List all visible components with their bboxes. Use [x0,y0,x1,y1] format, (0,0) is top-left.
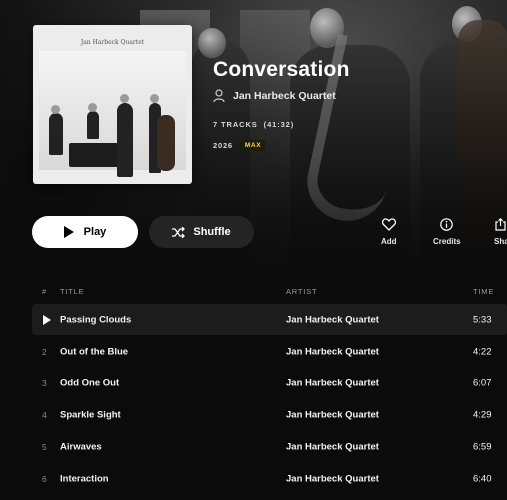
release-info: 2026 MAX [213,140,266,151]
track-table-header: # TITLE ARTIST TIME [32,285,507,299]
share-label: Share [494,237,507,246]
track-number: 2 [42,346,47,357]
track-artist[interactable]: Jan Harbeck Quartet [286,314,379,325]
track-artist[interactable]: Jan Harbeck Quartet [286,441,379,452]
shuffle-button[interactable]: Shuffle [149,216,254,248]
track-row[interactable]: 3 Odd One Out Jan Harbeck Quartet 6:07 [32,367,507,398]
track-title: Interaction [60,473,109,484]
track-title: Sparkle Sight [60,409,121,420]
track-number: 5 [42,441,47,452]
add-button[interactable]: Add [381,218,397,246]
track-artist[interactable]: Jan Harbeck Quartet [286,377,379,388]
tracks-summary: 7 TRACKS (41:32) [213,120,295,129]
track-time: 5:33 [473,314,492,325]
track-title: Airwaves [60,441,102,452]
play-button[interactable]: Play [32,216,138,248]
album-cover-musician-head [88,103,97,112]
shuffle-button-label: Shuffle [193,226,231,238]
track-time: 4:29 [473,409,492,420]
track-time: 6:07 [473,377,492,388]
album-cover-musician-head [51,105,60,114]
shuffle-icon [172,226,186,238]
credits-label: Credits [433,237,461,246]
track-time: 6:59 [473,441,492,452]
track-artist[interactable]: Jan Harbeck Quartet [286,409,379,420]
artist-link[interactable]: Jan Harbeck Quartet [213,89,336,103]
track-number: 4 [42,409,47,420]
track-time: 6:40 [473,473,492,484]
add-label: Add [381,237,397,246]
track-number: 3 [42,377,47,388]
col-title: TITLE [60,287,85,296]
album-cover-title: Jan Harbeck Quartet [80,39,145,46]
album-title: Conversation [213,58,350,81]
album-cover-musician-head [120,94,129,103]
track-title: Out of the Blue [60,346,129,357]
track-title: Passing Clouds [60,314,132,325]
album-cover-bass [157,115,175,171]
album-cover: Jan Harbeck Quartet [33,25,192,184]
album-cover-musician [117,103,133,177]
track-title: Odd One Out [60,377,120,388]
track-row[interactable]: 6 Interaction Jan Harbeck Quartet 6:40 [32,463,507,494]
track-row[interactable]: 5 Airwaves Jan Harbeck Quartet 6:59 [32,431,507,462]
track-number: 6 [42,473,47,484]
track-row[interactable]: 2 Out of the Blue Jan Harbeck Quartet 4:… [32,336,507,367]
album-cover-musician-head [150,94,159,103]
track-time: 4:22 [473,346,492,357]
album-cover-photo [39,51,186,177]
track-row[interactable]: 4 Sparkle Sight Jan Harbeck Quartet 4:29 [32,399,507,430]
share-button[interactable]: Share [494,218,507,246]
track-artist[interactable]: Jan Harbeck Quartet [286,346,379,357]
person-icon [213,89,225,103]
play-button-label: Play [83,226,107,238]
track-artist[interactable]: Jan Harbeck Quartet [286,473,379,484]
artist-name: Jan Harbeck Quartet [233,90,336,102]
share-icon [495,218,506,231]
track-row[interactable]: Passing Clouds Jan Harbeck Quartet 5:33 [32,304,507,335]
credits-button[interactable]: Credits [433,218,461,246]
quality-badge: MAX [240,140,266,151]
col-artist: ARTIST [286,287,318,296]
col-time: TIME [473,287,495,296]
album-cover-musician [87,111,99,139]
play-icon [63,226,74,238]
album-cover-musician [49,113,63,155]
release-year: 2026 [213,141,233,150]
heart-icon [381,218,396,231]
info-icon [440,218,454,231]
play-icon[interactable] [43,314,51,325]
col-number: # [42,287,47,296]
album-cover-piano [69,143,124,167]
